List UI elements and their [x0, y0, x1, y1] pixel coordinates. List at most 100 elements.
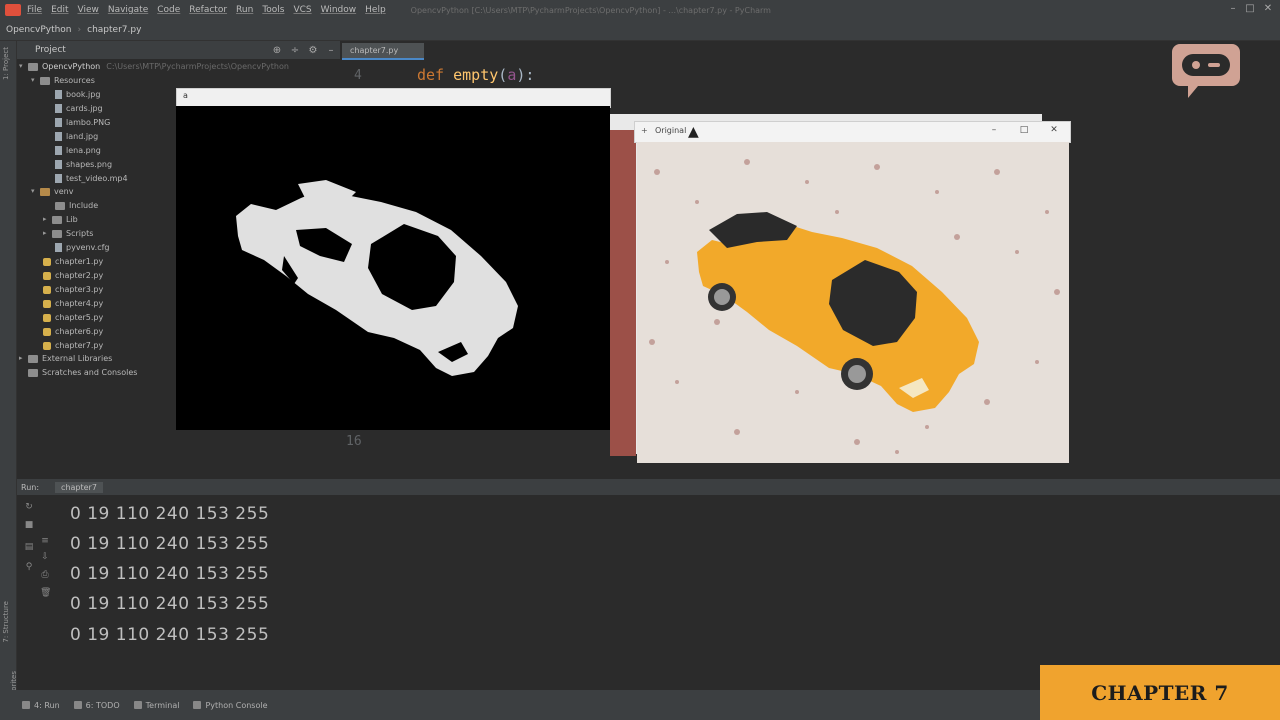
tree-file[interactable]: chapter3.py — [43, 283, 103, 296]
menu-help[interactable]: Help — [365, 5, 386, 15]
left-tool-stripe: 1: Project 7: Structure 2: Favorites — [0, 41, 18, 703]
tree-file[interactable]: lambo.PNG — [55, 116, 110, 129]
chevron-right-icon: ▸ — [19, 354, 23, 362]
tool-tab-structure[interactable]: 7: Structure — [2, 601, 10, 643]
window-title: OpencvPython [C:\Users\MTP\PycharmProjec… — [410, 5, 771, 15]
maximize-icon[interactable]: □ — [1243, 3, 1257, 15]
tree-root[interactable]: ▾ OpencvPython C:\Users\MTP\PycharmProje… — [19, 60, 289, 73]
print-icon[interactable]: ⎙ — [40, 570, 50, 580]
menu-vcs[interactable]: VCS — [293, 5, 311, 15]
tree-file[interactable]: cards.jpg — [55, 102, 103, 115]
tree-file[interactable]: chapter4.py — [43, 297, 103, 310]
mask-window-title: a — [183, 91, 188, 100]
close-icon[interactable]: ✕ — [1047, 125, 1061, 137]
menu-run[interactable]: Run — [236, 5, 253, 15]
soft-wrap-icon[interactable]: ⇩ — [40, 552, 50, 562]
window-icon: + — [641, 126, 648, 135]
tree-file[interactable]: chapter1.py — [43, 255, 103, 268]
mask-window-titlebar[interactable]: a — [176, 88, 611, 108]
run-toolbar: ↻ ■ ▤ ≡ ⇩ ⎙ ⚲ 🗑 — [25, 496, 54, 616]
project-view-selector[interactable]: Project — [35, 45, 66, 55]
tree-folder-resources[interactable]: ▾ Resources — [31, 74, 95, 87]
config-file-icon — [55, 243, 62, 252]
chevron-down-icon: ▾ — [31, 76, 35, 84]
tree-scratches[interactable]: Scratches and Consoles — [28, 366, 137, 379]
tree-file[interactable]: chapter5.py — [43, 311, 103, 324]
image-file-icon — [55, 146, 62, 155]
layout-icon[interactable]: ▤ — [24, 542, 34, 552]
tree-folder[interactable]: ▸ Lib — [43, 213, 78, 226]
original-window-titlebar[interactable]: + Original – □ ✕ — [634, 121, 1071, 143]
tool-tab-run[interactable]: 4: Run — [22, 701, 60, 710]
tree-file[interactable]: land.jpg — [55, 130, 98, 143]
console-line: 0 19 110 240 153 255 — [70, 504, 270, 524]
chevron-down-icon: ▾ — [19, 62, 23, 70]
pycharm-logo-icon — [5, 4, 21, 16]
run-tab-chapter7[interactable]: chapter7 — [55, 481, 103, 493]
folder-icon — [52, 229, 62, 238]
run-console-output[interactable]: 0 19 110 240 153 255 0 19 110 240 153 25… — [66, 500, 666, 670]
minimize-icon[interactable]: – — [987, 125, 1001, 137]
chevron-right-icon: ▸ — [43, 215, 47, 223]
python-file-icon — [43, 313, 51, 322]
image-file-icon — [55, 160, 62, 169]
navigation-bar: OpencvPython › chapter7.py — [0, 20, 1280, 41]
collapse-icon[interactable]: ÷ — [286, 45, 304, 56]
run-icon — [22, 701, 30, 709]
image-file-icon — [55, 118, 62, 127]
tree-folder[interactable]: ▸ Scripts — [43, 227, 93, 240]
pin-icon[interactable]: ⚲ — [24, 562, 34, 572]
tree-file[interactable]: chapter7.py — [43, 339, 103, 352]
tool-tab-python-console[interactable]: Python Console — [193, 701, 267, 710]
editor-tab-chapter7[interactable]: chapter7.py — [342, 43, 424, 60]
code-line[interactable]: def empty(a): — [417, 66, 534, 84]
menu-navigate[interactable]: Navigate — [108, 5, 148, 15]
python-file-icon — [43, 327, 51, 336]
car-photo — [637, 142, 1069, 463]
line-number: 16 — [346, 434, 362, 449]
hide-icon[interactable]: – — [322, 45, 340, 56]
menu-edit[interactable]: Edit — [51, 5, 68, 15]
rerun-icon[interactable]: ↻ — [24, 502, 34, 512]
menu-tools[interactable]: Tools — [262, 5, 284, 15]
tool-tab-project[interactable]: 1: Project — [2, 47, 10, 80]
console-line: 0 19 110 240 153 255 — [70, 534, 270, 554]
original-window-title: Original — [655, 126, 687, 135]
mask-image — [236, 180, 518, 376]
tool-tab-todo[interactable]: 6: TODO — [73, 701, 120, 710]
tree-external-libraries[interactable]: ▸ External Libraries — [19, 352, 112, 365]
scroll-up-icon[interactable]: ≡ — [40, 536, 50, 546]
menu-file[interactable]: File — [27, 5, 42, 15]
tree-folder[interactable]: Include — [55, 199, 98, 212]
menu-view[interactable]: View — [78, 5, 99, 15]
maximize-icon[interactable]: □ — [1017, 125, 1031, 137]
tree-file[interactable]: shapes.png — [55, 158, 112, 171]
tree-file[interactable]: lena.png — [55, 144, 101, 157]
chapter-badge-text: CHAPTER 7 — [1091, 680, 1229, 705]
tree-file[interactable]: chapter2.py — [43, 269, 103, 282]
folder-icon — [55, 201, 65, 210]
stop-icon[interactable]: ■ — [24, 520, 34, 530]
folder-icon — [40, 187, 50, 196]
menu-window[interactable]: Window — [321, 5, 357, 15]
chevron-down-icon: ▾ — [31, 187, 35, 195]
image-file-icon — [55, 104, 62, 113]
breadcrumb-project[interactable]: OpencvPython — [0, 23, 78, 37]
video-file-icon — [55, 174, 62, 183]
breadcrumb-file[interactable]: chapter7.py — [81, 23, 147, 37]
minimize-icon[interactable]: – — [1226, 3, 1240, 15]
locate-icon[interactable]: ⊕ — [268, 45, 286, 56]
mouse-cursor-icon: ▲ — [688, 124, 699, 140]
tree-folder-venv[interactable]: ▾ venv — [31, 185, 73, 198]
run-label: Run: — [21, 482, 40, 492]
menu-code[interactable]: Code — [157, 5, 180, 15]
gear-icon[interactable]: ⚙ — [304, 45, 322, 56]
menu-refactor[interactable]: Refactor — [189, 5, 227, 15]
trash-icon[interactable]: 🗑 — [40, 588, 51, 598]
tree-file[interactable]: test_video.mp4 — [55, 172, 128, 185]
tree-file[interactable]: book.jpg — [55, 88, 100, 101]
tool-tab-terminal[interactable]: Terminal — [133, 701, 179, 710]
tree-file[interactable]: chapter6.py — [43, 325, 103, 338]
tree-file[interactable]: pyvenv.cfg — [55, 241, 110, 254]
close-icon[interactable]: ✕ — [1261, 3, 1275, 15]
